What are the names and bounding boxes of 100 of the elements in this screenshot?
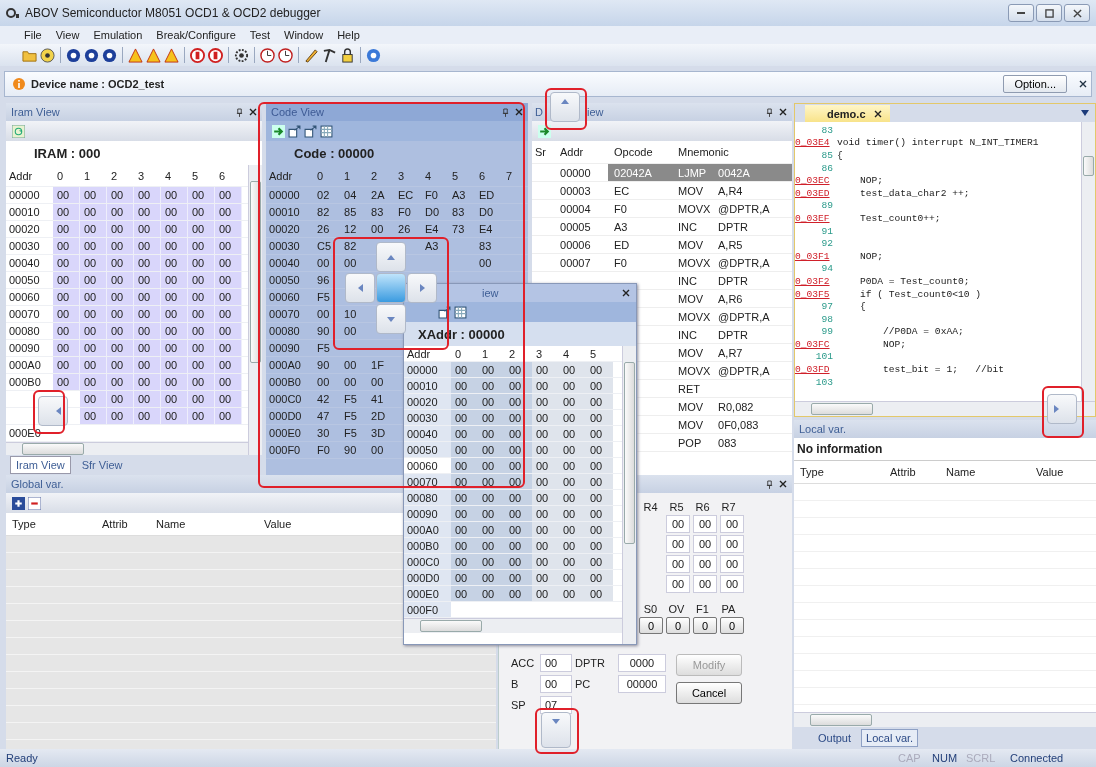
menu-item[interactable]: Test	[249, 29, 270, 41]
menu-item[interactable]: Break/Configure	[156, 29, 236, 41]
target-icon[interactable]	[102, 47, 117, 63]
flag-button[interactable]: 0	[639, 617, 663, 634]
register-field[interactable]: 0000	[618, 654, 666, 672]
pin-icon[interactable]	[236, 107, 244, 117]
register-field[interactable]: 00000	[618, 675, 666, 693]
pin-icon[interactable]	[766, 107, 773, 117]
register-field[interactable]: 00	[540, 654, 572, 672]
cancel-button[interactable]: Cancel	[676, 682, 742, 704]
menu-item[interactable]: Window	[284, 29, 324, 41]
close-icon[interactable]	[779, 480, 787, 488]
stop-icon[interactable]	[208, 47, 223, 63]
menu-item[interactable]: Emulation	[93, 29, 143, 41]
vertical-scrollbar[interactable]	[622, 346, 636, 644]
disc-icon[interactable]	[40, 47, 55, 63]
register-field[interactable]: 00	[666, 515, 690, 533]
close-icon[interactable]	[622, 289, 630, 297]
remove-icon[interactable]	[28, 496, 41, 510]
close-button[interactable]	[1064, 4, 1090, 22]
memory-cell-text: 2A	[370, 188, 386, 203]
address-cell: 000F0	[404, 602, 451, 617]
menu-item[interactable]: View	[55, 29, 80, 41]
flag-button[interactable]: 0	[693, 617, 717, 634]
warning-icon[interactable]	[146, 47, 161, 63]
panel-title: D	[535, 106, 543, 118]
register-field[interactable]: 00	[720, 555, 744, 573]
memory-cell: 00	[505, 554, 532, 569]
vertical-scrollbar[interactable]	[1081, 122, 1095, 401]
menu-item[interactable]: File	[24, 29, 42, 41]
panel-tab[interactable]: Sfr View	[76, 457, 128, 473]
dock-left-button[interactable]	[38, 396, 68, 426]
register-field[interactable]: 00	[693, 515, 717, 533]
close-icon[interactable]	[249, 108, 258, 116]
close-icon[interactable]	[779, 108, 787, 116]
panel-tab[interactable]: Output	[814, 730, 856, 746]
file-tab[interactable]: demo.c	[805, 105, 890, 122]
caret-down-icon	[387, 316, 395, 322]
memory-cell: 00	[80, 255, 107, 271]
warning-icon[interactable]	[128, 47, 143, 63]
dropdown-icon[interactable]	[1081, 110, 1089, 116]
caret-right-icon	[419, 284, 425, 292]
memory-cell: 00	[451, 362, 478, 377]
register-field[interactable]: 00	[720, 535, 744, 553]
column-header: 3	[137, 168, 146, 184]
close-icon[interactable]	[1079, 80, 1087, 88]
horizontal-scrollbar[interactable]	[6, 442, 249, 455]
horizontal-scrollbar[interactable]	[404, 618, 622, 633]
warning-icon[interactable]	[164, 47, 179, 63]
flag-button[interactable]: 0	[666, 617, 690, 634]
register-field[interactable]: 00	[666, 575, 690, 593]
register-field[interactable]: 00	[540, 675, 572, 693]
panel-tab[interactable]: Iram View	[10, 456, 71, 474]
clock-icon[interactable]	[260, 47, 275, 63]
opcode-cell-text: EC	[613, 183, 631, 199]
clock-icon[interactable]	[278, 47, 293, 63]
lock-icon[interactable]	[340, 47, 355, 63]
help-icon[interactable]	[366, 47, 381, 63]
horizontal-scrollbar[interactable]	[794, 712, 1096, 727]
line-gutter: 89	[820, 200, 834, 212]
memory-cell: 00	[586, 362, 613, 377]
table-icon[interactable]	[320, 124, 334, 138]
memory-cell-text: D0	[424, 205, 441, 220]
stop-icon[interactable]	[190, 47, 205, 63]
memory-cell: 00	[80, 323, 107, 339]
add-icon[interactable]	[12, 496, 25, 510]
memory-cell: 00	[586, 394, 613, 409]
export-icon[interactable]	[288, 124, 302, 138]
flag-button[interactable]: 0	[720, 617, 744, 634]
register-field[interactable]: 00	[666, 555, 690, 573]
export-icon[interactable]	[438, 305, 451, 319]
close-icon[interactable]	[873, 109, 882, 118]
table-icon[interactable]	[454, 305, 467, 319]
target-icon[interactable]	[84, 47, 99, 63]
export-icon[interactable]	[304, 124, 318, 138]
register-field[interactable]: 00	[720, 575, 744, 593]
go-arrow-icon[interactable]	[538, 124, 551, 138]
close-icon[interactable]	[515, 108, 523, 116]
maximize-button[interactable]	[1036, 4, 1062, 22]
register-field[interactable]: 00	[693, 555, 717, 573]
address-cell: 00030	[404, 410, 451, 425]
option-button[interactable]: Option...	[1003, 75, 1067, 93]
target-icon[interactable]	[66, 47, 81, 63]
memory-cell: 00	[161, 255, 188, 271]
pin-icon[interactable]	[502, 107, 509, 117]
memory-cell-text: 12	[343, 222, 358, 237]
register-field[interactable]: 00	[693, 535, 717, 553]
register-field[interactable]: 00	[666, 535, 690, 553]
panel-tab[interactable]: Local var.	[861, 729, 919, 747]
pencil-icon[interactable]	[304, 47, 319, 63]
column-header: 6	[478, 168, 487, 184]
pin-icon[interactable]	[766, 479, 773, 489]
pick-icon[interactable]	[322, 47, 337, 63]
menu-item[interactable]: Help	[337, 29, 360, 41]
minimize-button[interactable]	[1008, 4, 1034, 22]
go-arrow-icon[interactable]	[272, 124, 286, 138]
flag-label: PA	[720, 603, 737, 615]
register-field[interactable]: 00	[693, 575, 717, 593]
gear-icon[interactable]	[234, 47, 249, 63]
register-field[interactable]: 00	[720, 515, 744, 533]
